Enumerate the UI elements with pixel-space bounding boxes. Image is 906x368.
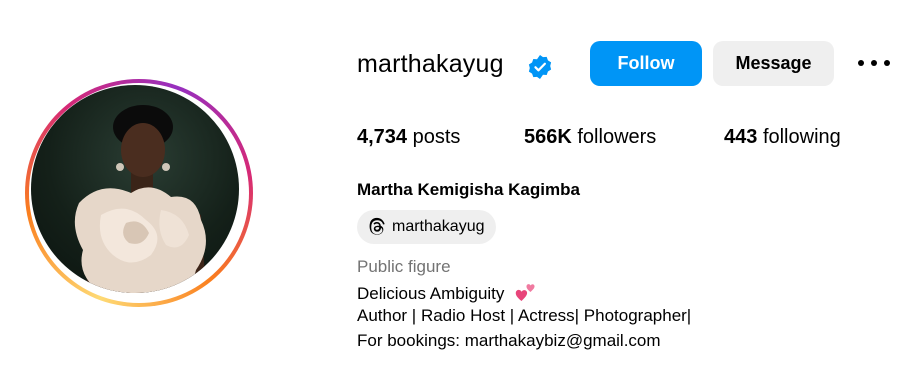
threads-link[interactable]: marthakayug — [357, 210, 496, 244]
avatar-photo — [74, 105, 206, 293]
verified-badge-icon — [528, 54, 552, 80]
follow-button[interactable]: Follow — [590, 41, 702, 86]
message-button[interactable]: Message — [713, 41, 834, 86]
threads-handle: marthakayug — [392, 218, 485, 235]
bio-line: Delicious Ambiguity — [357, 282, 537, 304]
following-count[interactable]: 443 following — [724, 126, 841, 149]
threads-icon — [369, 217, 385, 235]
two-hearts-icon — [515, 284, 535, 301]
posts-count: 4,734 posts — [357, 126, 461, 148]
avatar-story-ring[interactable] — [25, 79, 253, 307]
full-name: Martha Kemigisha Kagimba — [357, 180, 580, 199]
profile-category: Public figure — [357, 257, 451, 276]
username: marthakayug — [357, 50, 504, 78]
avatar[interactable] — [31, 85, 239, 293]
bio-line: Author | Radio Host | Actress| Photograp… — [357, 306, 692, 325]
bio-line: For bookings: marthakaybiz@gmail.com — [357, 331, 661, 350]
more-options-icon[interactable] — [858, 52, 890, 74]
profile-header: marthakayug Follow Message 4,734 posts 5… — [0, 0, 906, 368]
followers-count[interactable]: 566K followers — [524, 126, 656, 149]
